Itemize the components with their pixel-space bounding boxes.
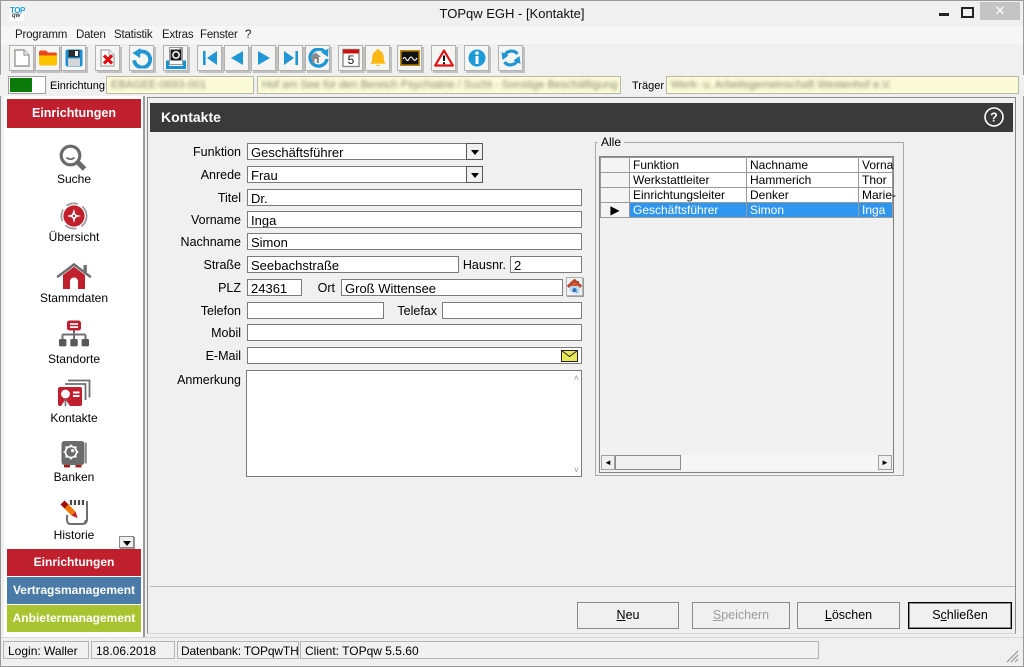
svg-text:?: ? xyxy=(990,111,998,125)
svg-text:5: 5 xyxy=(347,53,354,67)
